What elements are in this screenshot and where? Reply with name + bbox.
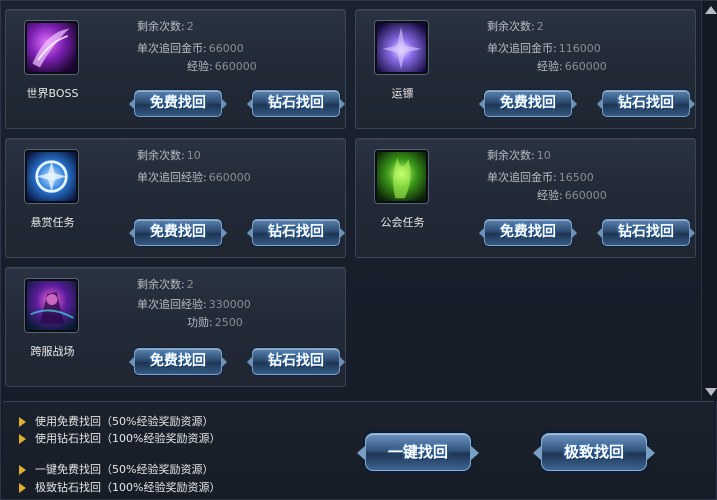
exp-reward: 单次追回经验: 660000 xyxy=(137,169,251,185)
free-retrieve-button[interactable]: 免费找回 xyxy=(129,90,227,117)
stat-value: 2 xyxy=(186,278,194,291)
stat-label: 单次追回经验: xyxy=(137,171,207,184)
stat-value: 660000 xyxy=(214,60,257,73)
stat-label: 单次追回金币: xyxy=(137,42,207,55)
tip-free-retrieve: 使用免费找回（50%经验奖励资源） xyxy=(19,413,213,429)
remaining-count: 剩余次数: 2 xyxy=(137,276,194,292)
one-click-retrieve-button[interactable]: 一键找回 xyxy=(357,433,479,471)
bounty-icon xyxy=(25,150,78,203)
arrow-bullet-icon xyxy=(19,417,26,427)
cross-server-battle-icon xyxy=(25,279,78,332)
exp-reward: 单次追回经验: 330000 xyxy=(137,296,251,312)
exp-reward: 经验: 660000 xyxy=(187,58,257,74)
gold-reward: 单次追回金币: 116000 xyxy=(487,40,601,56)
tip-diamond-retrieve: 使用钻石找回（100%经验奖励资源） xyxy=(19,430,220,446)
arrow-bullet-icon xyxy=(19,434,26,444)
free-retrieve-button[interactable]: 免费找回 xyxy=(479,90,577,117)
exp-reward: 经验: 660000 xyxy=(537,58,607,74)
tip-text: 极致钻石找回（100%经验奖励资源） xyxy=(35,481,221,494)
stat-value: 10 xyxy=(536,149,551,162)
stat-label: 经验: xyxy=(537,189,563,202)
stat-value: 2 xyxy=(536,20,544,33)
remaining-count: 剩余次数: 10 xyxy=(137,147,201,163)
activity-list: 世界BOSS 剩余次数: 2 单次追回金币: 66000 经验: 660000 免费找… xyxy=(1,1,701,399)
activity-name: 公会任务 xyxy=(380,216,425,229)
activity-name: 运镖 xyxy=(391,87,414,100)
vertical-scrollbar[interactable] xyxy=(701,1,717,401)
ultimate-retrieve-button[interactable]: 极致找回 xyxy=(533,433,655,471)
tip-ultimate-retrieve: 极致钻石找回（100%经验奖励资源） xyxy=(19,479,220,495)
gold-reward: 单次追回金币: 66000 xyxy=(137,40,244,56)
activity-name: 世界BOSS xyxy=(26,87,79,100)
diamond-retrieve-button[interactable]: 钻石找回 xyxy=(247,219,345,246)
stat-label: 功勋: xyxy=(187,316,213,329)
activity-card-escort: 运镖 剩余次数: 2 单次追回金币: 116000 经验: 660000 免费找回 钻… xyxy=(355,9,696,129)
world-boss-icon xyxy=(25,21,78,74)
activity-card-world-boss: 世界BOSS 剩余次数: 2 单次追回金币: 66000 经验: 660000 免费找… xyxy=(5,9,346,129)
stat-value: 330000 xyxy=(208,298,251,311)
free-retrieve-button[interactable]: 免费找回 xyxy=(479,219,577,246)
tip-one-click-retrieve: 一键免费找回（50%经验奖励资源） xyxy=(19,461,213,477)
free-retrieve-button[interactable]: 免费找回 xyxy=(129,348,227,375)
diamond-retrieve-button[interactable]: 钻石找回 xyxy=(597,90,695,117)
stat-value: 2 xyxy=(186,20,194,33)
stat-label: 剩余次数: xyxy=(487,149,535,162)
footer-area: 使用免费找回（50%经验奖励资源） 使用钻石找回（100%经验奖励资源） 一键免… xyxy=(3,401,714,499)
guild-task-icon xyxy=(375,150,428,203)
stat-value: 660000 xyxy=(208,171,251,184)
remaining-count: 剩余次数: 10 xyxy=(487,147,551,163)
diamond-retrieve-button[interactable]: 钻石找回 xyxy=(247,90,345,117)
arrow-bullet-icon xyxy=(19,483,26,493)
scroll-down-arrow-icon[interactable] xyxy=(705,388,717,396)
stat-label: 经验: xyxy=(187,60,213,73)
arrow-bullet-icon xyxy=(19,465,26,475)
scroll-up-arrow-icon[interactable] xyxy=(705,6,717,14)
tip-text: 使用钻石找回（100%经验奖励资源） xyxy=(35,432,221,445)
stat-value: 16500 xyxy=(558,171,594,184)
tip-text: 一键免费找回（50%经验奖励资源） xyxy=(35,463,214,476)
stat-value: 660000 xyxy=(564,189,607,202)
merit-reward: 功勋: 2500 xyxy=(187,314,243,330)
stat-value: 66000 xyxy=(208,42,244,55)
stat-label: 经验: xyxy=(537,60,563,73)
diamond-retrieve-button[interactable]: 钻石找回 xyxy=(597,219,695,246)
stat-value: 10 xyxy=(186,149,201,162)
gold-reward: 单次追回金币: 16500 xyxy=(487,169,594,185)
activity-name: 悬赏任务 xyxy=(30,216,75,229)
activity-card-guild-task: 公会任务 剩余次数: 10 单次追回金币: 16500 经验: 660000 免费找回… xyxy=(355,138,696,258)
stat-label: 单次追回经验: xyxy=(137,298,207,311)
tip-text: 使用免费找回（50%经验奖励资源） xyxy=(35,415,214,428)
remaining-count: 剩余次数: 2 xyxy=(487,18,544,34)
retrieval-panel: 世界BOSS 剩余次数: 2 单次追回金币: 66000 经验: 660000 免费找… xyxy=(0,0,717,500)
stat-value: 660000 xyxy=(564,60,607,73)
stat-label: 剩余次数: xyxy=(487,20,535,33)
free-retrieve-button[interactable]: 免费找回 xyxy=(129,219,227,246)
exp-reward: 经验: 660000 xyxy=(537,187,607,203)
stat-value: 116000 xyxy=(558,42,601,55)
stat-label: 剩余次数: xyxy=(137,278,185,291)
stat-label: 剩余次数: xyxy=(137,20,185,33)
stat-label: 剩余次数: xyxy=(137,149,185,162)
stat-value: 2500 xyxy=(214,316,243,329)
stat-label: 单次追回金币: xyxy=(487,42,557,55)
escort-icon xyxy=(375,21,428,74)
stat-label: 单次追回金币: xyxy=(487,171,557,184)
activity-card-cross-server-battle: 跨服战场 剩余次数: 2 单次追回经验: 330000 功勋: 2500 免费找回 钻… xyxy=(5,267,346,387)
diamond-retrieve-button[interactable]: 钻石找回 xyxy=(247,348,345,375)
remaining-count: 剩余次数: 2 xyxy=(137,18,194,34)
activity-card-bounty: 悬赏任务 剩余次数: 10 单次追回经验: 660000 免费找回 钻石找回 xyxy=(5,138,346,258)
activity-name: 跨服战场 xyxy=(30,345,75,358)
